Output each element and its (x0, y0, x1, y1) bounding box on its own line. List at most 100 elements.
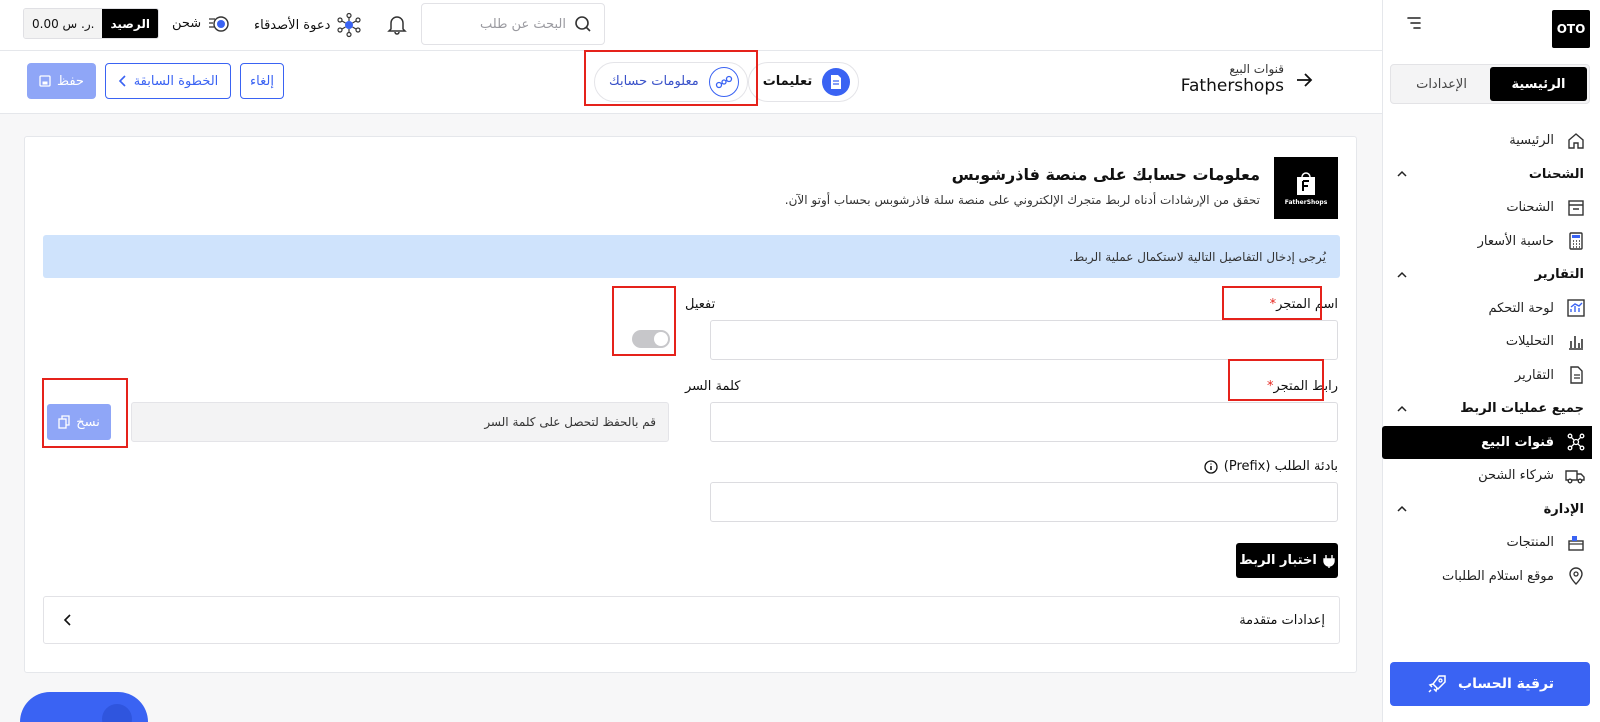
products-icon (1566, 533, 1586, 553)
chevron-up-icon (1396, 503, 1408, 515)
sidebar-item-label: التقارير (1514, 367, 1554, 383)
balance-value: 0.00 ر. س. (24, 9, 103, 38)
label-text: بادئة الطلب (Prefix) (1223, 459, 1338, 474)
card-title: معلومات حسابك على منصة فاذرشوبس (951, 165, 1260, 184)
highlight-box-store-url (1228, 359, 1324, 401)
tab-home[interactable]: الرئيسية (1490, 67, 1587, 101)
info-text: يُرجى إدخال التفاصيل التالية لاستكمال عم… (1069, 249, 1326, 264)
sidebar-item-shipping-partners[interactable]: شركاء الشحن (1382, 459, 1600, 493)
sidebar-section-management[interactable]: الإدارة (1382, 493, 1600, 527)
advanced-settings-accordion[interactable]: إعدادات متقدمة (43, 596, 1340, 644)
sidebar-section-shipments[interactable]: الشحنات (1382, 158, 1600, 192)
truck-icon (1565, 466, 1586, 486)
back-to-sales-channels[interactable]: قنوات البيع Fathershops (1181, 62, 1314, 96)
notifications-bell-icon[interactable] (386, 13, 408, 35)
section-title: جميع عمليات الربط (1460, 401, 1584, 417)
rocket-icon (1426, 673, 1448, 695)
sidebar-item-products[interactable]: المنتجات (1382, 526, 1600, 560)
dashboard-chart-icon (1566, 298, 1586, 318)
search-icon (574, 15, 592, 33)
invite-friends-link[interactable]: دعوة الأصدقاء (254, 12, 362, 38)
fathershops-logo: FatherShops (1274, 157, 1338, 219)
sidebar-item-label: شركاء الشحن (1478, 468, 1554, 484)
highlight-box-activate (612, 286, 676, 356)
previous-label: الخطوة السابقة (133, 73, 219, 89)
sidebar-item-label: التحليلات (1505, 334, 1554, 350)
highlight-box-copy (42, 378, 128, 448)
location-pin-icon (1566, 566, 1586, 586)
shopping-bag-icon (1295, 170, 1317, 196)
chevron-up-icon (1396, 168, 1408, 180)
save-label: حفظ (57, 73, 84, 89)
sidebar-item-dashboard[interactable]: لوحة التحكم (1382, 292, 1600, 326)
card-subtitle: تحقق من الإرشادات أدناه لربط متجرك الإلك… (784, 193, 1260, 207)
sidebar-tab-toggle: الرئيسية الإعدادات (1390, 64, 1590, 104)
document-icon (1566, 365, 1586, 385)
upgrade-label: ترقية الحساب (1458, 676, 1554, 692)
highlight-box-step (584, 50, 758, 106)
save-disk-icon (39, 75, 51, 87)
sidebar-item-analytics[interactable]: التحليلات (1382, 325, 1600, 359)
search-input[interactable] (436, 16, 566, 32)
step-instructions[interactable]: تعليمات (747, 61, 860, 102)
sidebar-item-pickup-location[interactable]: موقع استلام الطلبات (1382, 560, 1600, 594)
section-title: التقارير (1534, 267, 1584, 283)
invite-label: دعوة الأصدقاء (254, 17, 331, 33)
oto-logo[interactable]: OTO (1552, 10, 1590, 48)
store-name-input[interactable] (711, 321, 1337, 359)
activate-label: تفعيل (685, 297, 716, 312)
upgrade-account-button[interactable]: ترقية الحساب (1390, 662, 1590, 706)
test-label: اختبار الربط (1239, 553, 1317, 568)
sidebar: OTO الرئيسية الإعدادات الرئيسية الشحنات … (1382, 0, 1600, 722)
save-button[interactable]: حفظ (27, 63, 96, 99)
arrow-right-icon (1294, 70, 1314, 90)
wizard-actions: حفظ الخطوة السابقة إلغاء (27, 63, 284, 99)
coins-icon (207, 12, 231, 34)
prefix-label: بادئة الطلب (Prefix) (1204, 459, 1338, 474)
store-url-field (710, 402, 1338, 442)
sidebar-item-label: المنتجات (1506, 535, 1554, 551)
password-placeholder: قم بالحفظ لتحصل على كلمة السر (484, 415, 656, 429)
recharge-link[interactable]: شحن (172, 12, 231, 34)
top-bar: دعوة الأصدقاء شحن الرصيد 0.00 ر. س. (0, 0, 1382, 51)
prefix-input[interactable] (711, 483, 1337, 521)
sidebar-item-label: الرئيسية (1509, 133, 1554, 149)
brand-name: FatherShops (1284, 199, 1328, 206)
chevron-left-icon (62, 613, 72, 627)
balance-widget[interactable]: الرصيد 0.00 ر. س. (23, 8, 159, 39)
sidebar-item-label: موقع استلام الطلبات (1442, 568, 1554, 584)
store-name-field (710, 320, 1338, 360)
invite-friends-icon (336, 12, 362, 38)
test-connection-button[interactable]: اختبار الربط (1236, 543, 1338, 578)
collapse-menu-icon[interactable] (1405, 14, 1423, 32)
password-label: كلمة السر (685, 379, 741, 394)
cancel-label: إلغاء (250, 73, 274, 89)
help-badge (102, 704, 132, 722)
chevron-up-icon (1396, 403, 1408, 415)
sidebar-item-price-calculator[interactable]: حاسبة الأسعار (1382, 225, 1600, 259)
previous-step-button[interactable]: الخطوة السابقة (105, 63, 231, 99)
help-chat-bubble[interactable] (20, 692, 148, 722)
info-circle-icon[interactable] (1204, 459, 1218, 474)
sidebar-section-reports[interactable]: التقارير (1382, 258, 1600, 292)
home-icon (1566, 131, 1586, 151)
sidebar-item-sales-channels[interactable]: قنوات البيع (1382, 425, 1592, 459)
sidebar-item-shipments[interactable]: الشحنات (1382, 191, 1600, 225)
order-search[interactable] (421, 3, 605, 45)
advanced-label: إعدادات متقدمة (1239, 612, 1325, 628)
section-title: الشحنات (1528, 166, 1584, 182)
sidebar-item-reports[interactable]: التقارير (1382, 359, 1600, 393)
info-alert: يُرجى إدخال التفاصيل التالية لاستكمال عم… (43, 235, 1340, 278)
sidebar-section-integrations[interactable]: جميع عمليات الربط (1382, 392, 1600, 426)
tab-settings[interactable]: الإعدادات (1393, 67, 1490, 101)
store-url-input[interactable] (711, 403, 1337, 441)
breadcrumb-parent: قنوات البيع (1229, 62, 1284, 76)
cancel-button[interactable]: إلغاء (240, 63, 284, 99)
chevron-up-icon (1396, 269, 1408, 281)
section-title: الإدارة (1543, 501, 1584, 517)
box-icon (1566, 198, 1586, 218)
highlight-box-store-name (1222, 286, 1322, 320)
sidebar-item-home[interactable]: الرئيسية (1382, 124, 1600, 158)
step-label: تعليمات (762, 74, 813, 89)
sidebar-item-label: لوحة التحكم (1488, 300, 1554, 316)
